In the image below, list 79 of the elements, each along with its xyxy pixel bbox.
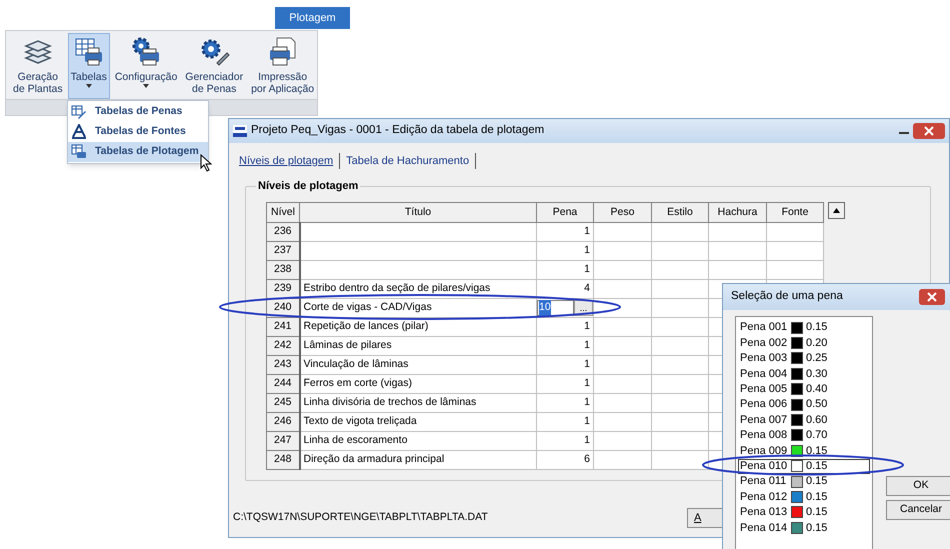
table-cell: 1 (536, 394, 594, 412)
table-cell: 1 (536, 356, 594, 374)
row-header: 243 (266, 356, 300, 374)
column-header: Peso (594, 202, 652, 222)
table-cell: Linha de escoramento (300, 432, 536, 450)
dialog-button[interactable]: Cancelar (886, 500, 950, 520)
column-header: Pena (536, 202, 594, 222)
table-cell: 1 (536, 374, 594, 394)
pen-list-item[interactable]: Pena 002 0.20 (738, 335, 870, 351)
table-cell: Texto de vigota treliçada (300, 412, 536, 432)
column-header: Nível (266, 202, 300, 222)
row-header: 247 (266, 432, 300, 450)
row-header: 244 (266, 374, 300, 394)
ribbon-button[interactable]: Geração de Plantas (10, 33, 66, 99)
pen-input-field[interactable]: 10 (537, 300, 574, 316)
dialog-button[interactable]: OK (886, 476, 950, 496)
scroll-up-icon[interactable] (828, 202, 845, 219)
table-cell: Direção da armadura principal (300, 450, 536, 470)
pen-list-item[interactable]: Pena 009 0.15 (738, 443, 870, 459)
table-cell: 1 (536, 242, 594, 260)
table-cell: 1 (536, 260, 594, 280)
close-icon[interactable] (919, 289, 945, 305)
pen-list-item[interactable]: Pena 011 0.15 (738, 474, 870, 490)
row-header: 238 (266, 260, 300, 280)
pen-list-item[interactable]: Pena 008 0.70 (738, 428, 870, 444)
table-cell: Estribo dentro da seção de pilares/vigas (300, 280, 536, 298)
row-header: 242 (266, 336, 300, 356)
ribbon-tab[interactable]: Plotagem (275, 7, 350, 29)
font-icon (71, 124, 87, 140)
tab[interactable]: Tabela de Hachuramento (346, 152, 470, 170)
row-header: 248 (266, 450, 300, 470)
pen-list-item[interactable]: Pena 001 0.15 (738, 320, 870, 336)
table-cell: 1 (536, 432, 594, 450)
pen-list-item[interactable]: Pena 005 0.40 (738, 382, 870, 397)
ribbon-button[interactable]: Impressão por Aplicação (248, 33, 318, 99)
table-cell: Vinculação de lâminas (300, 356, 536, 374)
ribbon-button[interactable]: Tabelas (68, 33, 110, 99)
table-printer-icon (72, 36, 105, 68)
pen-list-item[interactable]: Pena 004 0.30 (738, 366, 870, 382)
pen-list-item[interactable]: Pena 007 0.60 (738, 412, 870, 428)
table-printer-icon (71, 144, 87, 160)
row-header: 245 (266, 394, 300, 412)
pen-list-item[interactable]: Pena 012 0.15 (738, 489, 870, 505)
ribbon-button[interactable]: Configuração (112, 33, 180, 99)
pen-list-item[interactable]: Pena 010 0.15 (738, 458, 870, 474)
table-cell: 1 (536, 318, 594, 336)
window-title: Projeto Peq_Vigas - 0001 - Edição da tabela de plotagem (251, 123, 546, 138)
row-header: 236 (266, 222, 300, 242)
close-icon[interactable] (913, 123, 945, 139)
pen-list-item[interactable]: Pena 003 0.25 (738, 350, 870, 366)
table-cell: 1 (536, 222, 594, 242)
row-header: 241 (266, 318, 300, 336)
dialog-title: Seleção de uma pena (731, 289, 844, 304)
table-cell: 1 (536, 336, 594, 356)
table-cell: Lâminas de pilares (300, 336, 536, 356)
row-header: 237 (266, 242, 300, 260)
table-cell: Ferros em corte (vigas) (300, 374, 536, 394)
menu-item[interactable]: Tabelas de Penas (68, 102, 208, 122)
column-header: Título (300, 202, 536, 222)
group-title: Níveis de plotagem (256, 178, 360, 194)
pen-list-item[interactable]: Pena 006 0.50 (738, 396, 870, 412)
menu-item[interactable]: Tabelas de Plotagem (68, 142, 208, 162)
row-header: 246 (266, 412, 300, 432)
table-cell: 6 (536, 450, 594, 470)
app-logo-icon (233, 125, 247, 137)
table-cell: Linha divisória de trechos de lâminas (300, 394, 536, 412)
table-cell: Corte de vigas - CAD/Vigas (300, 298, 536, 318)
file-path: C:\TQSW17N\SUPORTE\NGE\TABPLT\TABPLTA.DAT (233, 510, 488, 526)
menu-item[interactable]: Tabelas de Fontes (68, 122, 208, 142)
tab[interactable]: Níveis de plotagem (239, 152, 334, 170)
column-header: Hachura (708, 202, 766, 222)
column-header: Fonte (766, 202, 824, 222)
table-cell: Repetição de lances (pilar) (300, 318, 536, 336)
column-header: Estilo (652, 202, 708, 222)
pen-table-icon (71, 104, 87, 120)
table-cell: 1 (536, 412, 594, 432)
table-cell: 4 (536, 280, 594, 298)
row-header: 239 (266, 280, 300, 298)
ribbon-button[interactable]: Gerenciador de Penas (182, 33, 246, 99)
